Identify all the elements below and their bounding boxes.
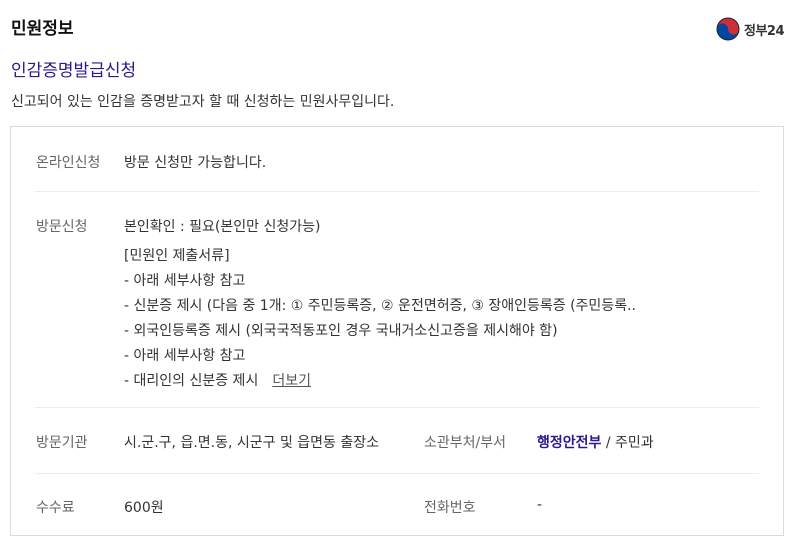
phone-label: 전화번호 xyxy=(424,500,476,516)
visit-apply-label: 방문신청 xyxy=(36,219,88,235)
fee-value: 600원 xyxy=(124,500,164,516)
gov24-logo[interactable]: 정부24 xyxy=(716,17,785,41)
more-link[interactable]: 더보기 xyxy=(272,373,311,389)
row-divider xyxy=(35,407,759,408)
visit-agency-value: 시.군.구, 읍.면.동, 시군구 및 읍면동 출장소 xyxy=(124,435,380,451)
document-line-last: - 대리인의 신분증 제시 더보기 xyxy=(124,369,636,394)
taegeuk-icon xyxy=(716,17,740,41)
department-label: 소관부처/부서 xyxy=(424,435,506,451)
phone-value: - xyxy=(537,497,543,513)
section-title: 민원정보 xyxy=(11,19,74,39)
online-apply-value: 방문 신청만 가능합니다. xyxy=(124,155,267,171)
document-line: - 대리인의 신분증 제시 xyxy=(124,373,259,389)
online-apply-label: 온라인신청 xyxy=(36,155,101,171)
row-divider xyxy=(35,191,759,192)
document-line: - 아래 세부사항 참고 xyxy=(124,273,246,289)
row-divider xyxy=(35,473,759,474)
ministry-link[interactable]: 행정안전부 xyxy=(537,435,601,451)
document-line: - 외국인등록증 제시 (외국국적동포인 경우 국내거소신고증을 제시해야 함) xyxy=(124,323,558,339)
visit-agency-label: 방문기관 xyxy=(36,435,88,451)
required-documents-list: [민원인 제출서류] - 아래 세부사항 참고 - 신분증 제시 (다음 중 1… xyxy=(124,244,636,394)
document-line: - 신분증 제시 (다음 중 1개: ① 주민등록증, ② 운전면허증, ③ 장… xyxy=(124,298,636,314)
service-description: 신고되어 있는 인감을 증명받고자 할 때 신청하는 민원사무입니다. xyxy=(11,94,395,110)
department-name: / 주민과 xyxy=(601,435,654,451)
service-info-box: 온라인신청 방문 신청만 가능합니다. 방문신청 본인확인 : 필요(본인만 신… xyxy=(10,126,784,536)
identity-check: 본인확인 : 필요(본인만 신청가능) xyxy=(124,219,321,235)
document-line: [민원인 제출서류] xyxy=(124,248,230,264)
document-line: - 아래 세부사항 참고 xyxy=(124,348,246,364)
department-value: 행정안전부 / 주민과 xyxy=(537,432,654,452)
service-title: 인감증명발급신청 xyxy=(11,61,137,81)
fee-label: 수수료 xyxy=(36,500,75,516)
logo-text: 정부24 xyxy=(743,23,785,39)
